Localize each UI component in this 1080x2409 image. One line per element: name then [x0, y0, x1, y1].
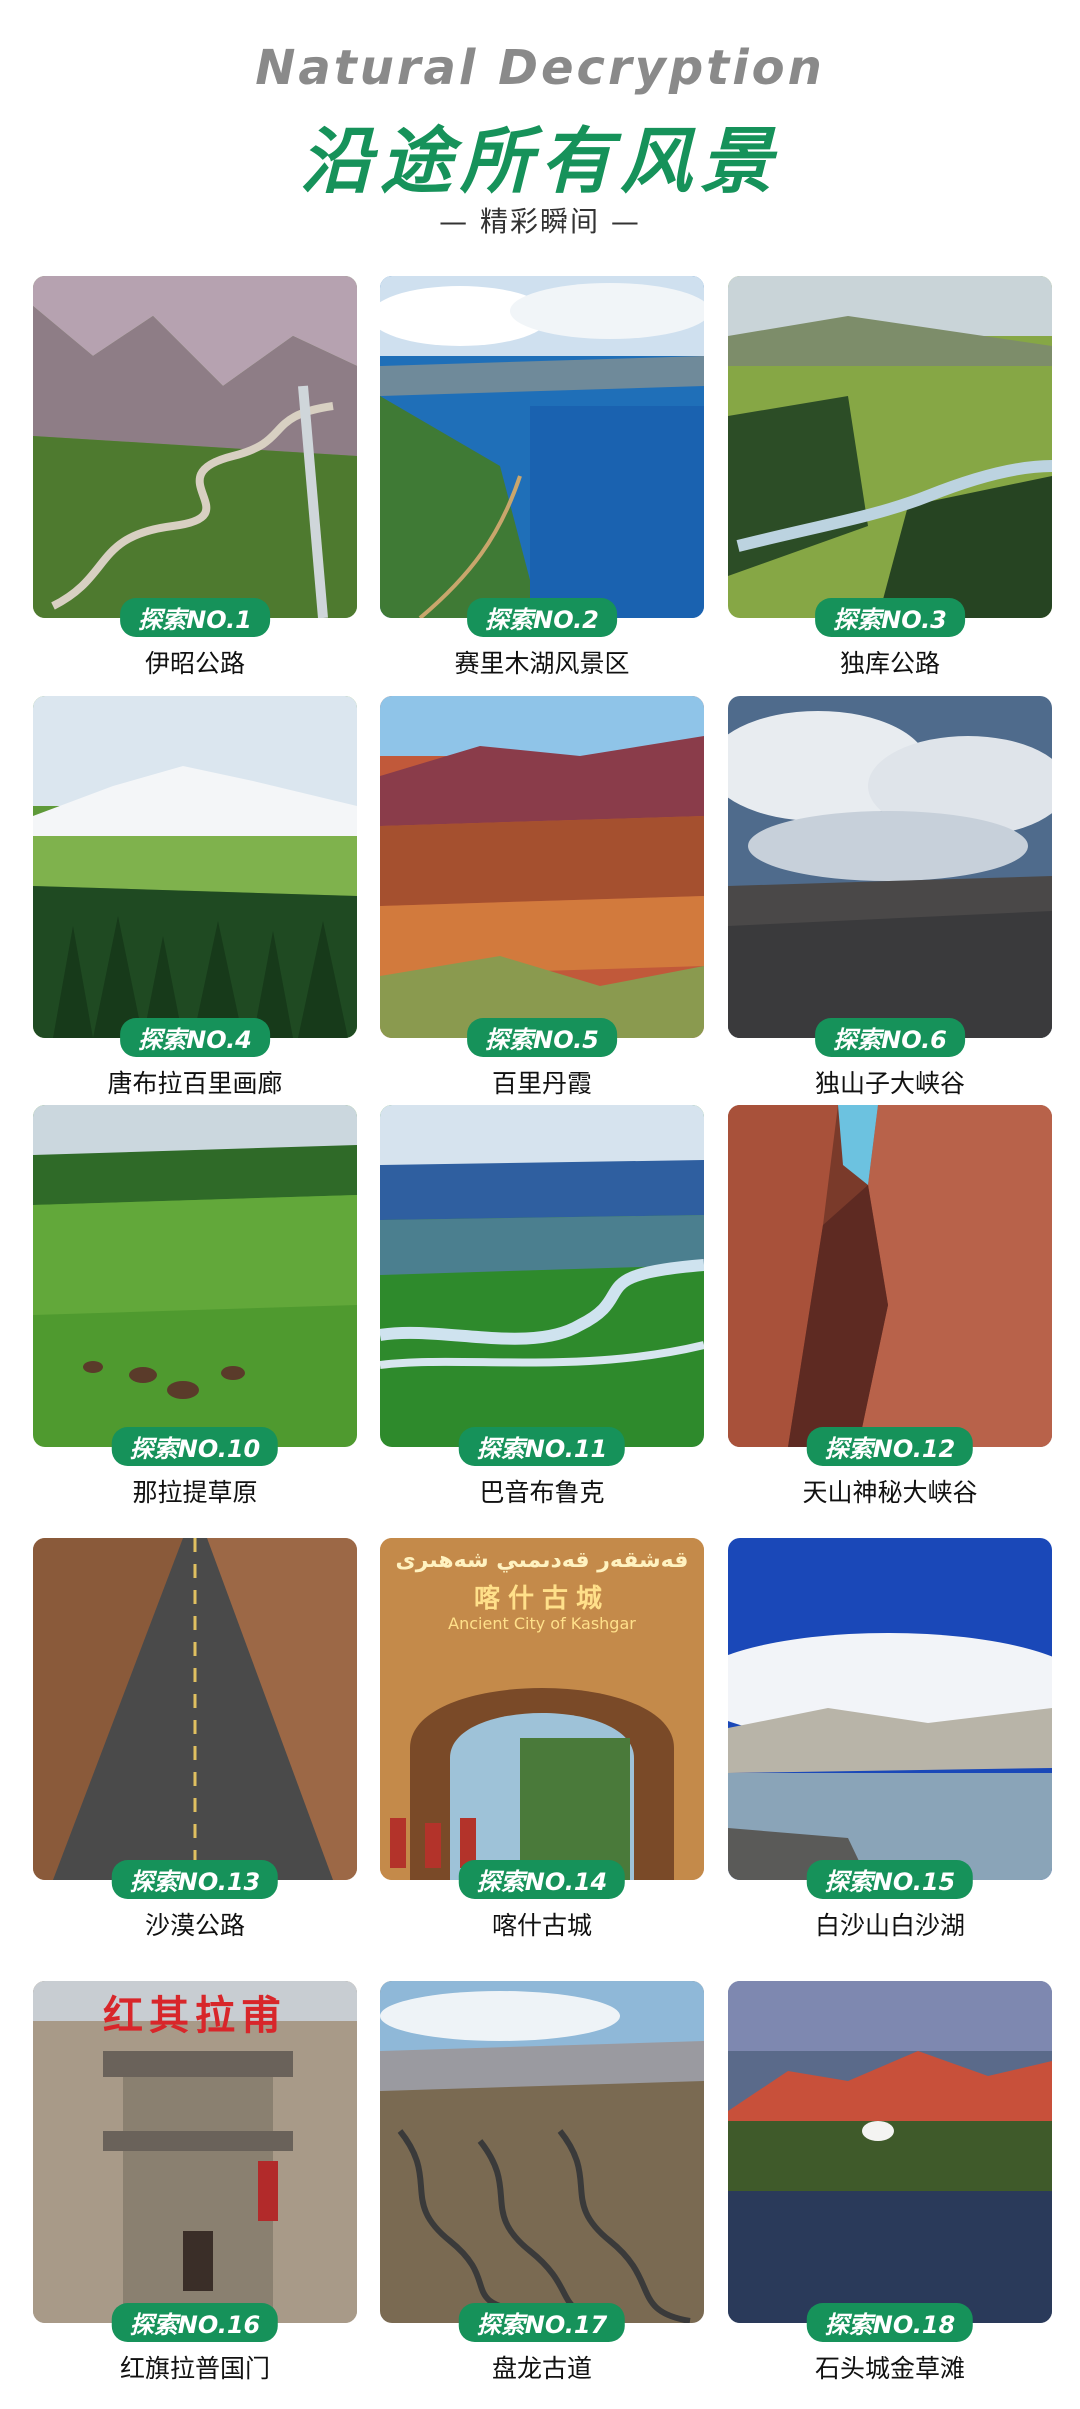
photo-lake	[380, 276, 704, 618]
spot-card-11[interactable]: قەشقەر قەدىمىي شەھىرى 喀什古城 Ancient City …	[380, 1538, 704, 1940]
spot-badge: 探索NO.14	[458, 1860, 626, 1899]
photo-grassland-river	[728, 276, 1052, 618]
spot-name: 石头城金草滩	[814, 2354, 965, 2383]
spot-card-3[interactable]: 探索NO.3 独库公路	[728, 276, 1052, 678]
scenery-grid: 探索NO.1 伊昭公路 探索NO.2 赛里木湖风景区 探索NO.3 独库公路 探…	[0, 0, 1080, 2409]
photo-mountain-road	[33, 276, 357, 618]
spot-name: 喀什古城	[491, 1911, 592, 1940]
spot-badge: 探索NO.18	[806, 2303, 974, 2342]
photo-kashgar-gate: قەشقەر قەدىمىي شەھىرى 喀什古城 Ancient City …	[380, 1538, 704, 1880]
spot-name: 沙漠公路	[144, 1911, 245, 1940]
photo-snow-mountain-meadow	[33, 696, 357, 1038]
photo-serpentine-road	[380, 1981, 704, 2323]
photo-danxia-landform	[380, 696, 704, 1038]
tower-sign-text: 红其拉甫	[103, 1993, 287, 2039]
spot-badge: 探索NO.3	[815, 598, 965, 637]
photo-white-sand-lake	[728, 1538, 1052, 1880]
spot-badge: 探索NO.10	[111, 1427, 279, 1466]
spot-name: 天山神秘大峡谷	[802, 1478, 978, 1507]
spot-badge: 探索NO.15	[806, 1860, 974, 1899]
spot-card-9[interactable]: 探索NO.12 天山神秘大峡谷	[728, 1105, 1052, 1507]
spot-name: 唐布拉百里画廊	[107, 1069, 283, 1098]
spot-card-4[interactable]: 探索NO.4 唐布拉百里画廊	[33, 696, 357, 1098]
spot-card-14[interactable]: 探索NO.17 盘龙古道	[380, 1981, 704, 2383]
spot-badge: 探索NO.17	[458, 2303, 626, 2342]
spot-name: 百里丹霞	[491, 1069, 592, 1098]
spot-name: 盘龙古道	[491, 2354, 592, 2383]
spot-card-10[interactable]: 探索NO.13 沙漠公路	[33, 1538, 357, 1940]
spot-name: 红旗拉普国门	[119, 2354, 270, 2383]
spot-card-2[interactable]: 探索NO.2 赛里木湖风景区	[380, 276, 704, 678]
spot-card-6[interactable]: 探索NO.6 独山子大峡谷	[728, 696, 1052, 1098]
spot-name: 独库公路	[839, 649, 940, 678]
spot-name: 独山子大峡谷	[814, 1069, 965, 1098]
spot-name: 白沙山白沙湖	[814, 1911, 965, 1940]
gate-english-text: Ancient City of Kashgar	[448, 1614, 636, 1633]
spot-badge: 探索NO.12	[806, 1427, 974, 1466]
photo-canyon-sky	[728, 696, 1052, 1038]
spot-card-12[interactable]: 探索NO.15 白沙山白沙湖	[728, 1538, 1052, 1940]
photo-border-tower: 红其拉甫	[33, 1981, 357, 2323]
spot-badge: 探索NO.1	[120, 598, 270, 637]
spot-badge: 探索NO.11	[458, 1427, 626, 1466]
spot-card-15[interactable]: 探索NO.18 石头城金草滩	[728, 1981, 1052, 2383]
spot-badge: 探索NO.2	[467, 598, 617, 637]
photo-stone-city-meadow	[728, 1981, 1052, 2323]
spot-name: 赛里木湖风景区	[454, 649, 630, 678]
photo-winding-river	[380, 1105, 704, 1447]
spot-badge: 探索NO.13	[111, 1860, 279, 1899]
spot-card-1[interactable]: 探索NO.1 伊昭公路	[33, 276, 357, 678]
spot-card-5[interactable]: 探索NO.5 百里丹霞	[380, 696, 704, 1098]
spot-name: 那拉提草原	[132, 1478, 258, 1507]
spot-card-8[interactable]: 探索NO.11 巴音布鲁克	[380, 1105, 704, 1507]
spot-card-7[interactable]: 探索NO.10 那拉提草原	[33, 1105, 357, 1507]
photo-red-canyon	[728, 1105, 1052, 1447]
spot-badge: 探索NO.16	[111, 2303, 279, 2342]
spot-badge: 探索NO.4	[120, 1018, 270, 1057]
gate-uyghur-text: قەشقەر قەدىمىي شەھىرى	[395, 1548, 689, 1573]
photo-pasture-cattle	[33, 1105, 357, 1447]
spot-badge: 探索NO.5	[467, 1018, 617, 1057]
photo-desert-road	[33, 1538, 357, 1880]
spot-name: 巴音布鲁克	[479, 1478, 605, 1507]
spot-card-13[interactable]: 红其拉甫 探索NO.16 红旗拉普国门	[33, 1981, 357, 2383]
spot-name: 伊昭公路	[144, 649, 245, 678]
gate-chinese-text: 喀什古城	[473, 1584, 610, 1614]
spot-badge: 探索NO.6	[815, 1018, 965, 1057]
